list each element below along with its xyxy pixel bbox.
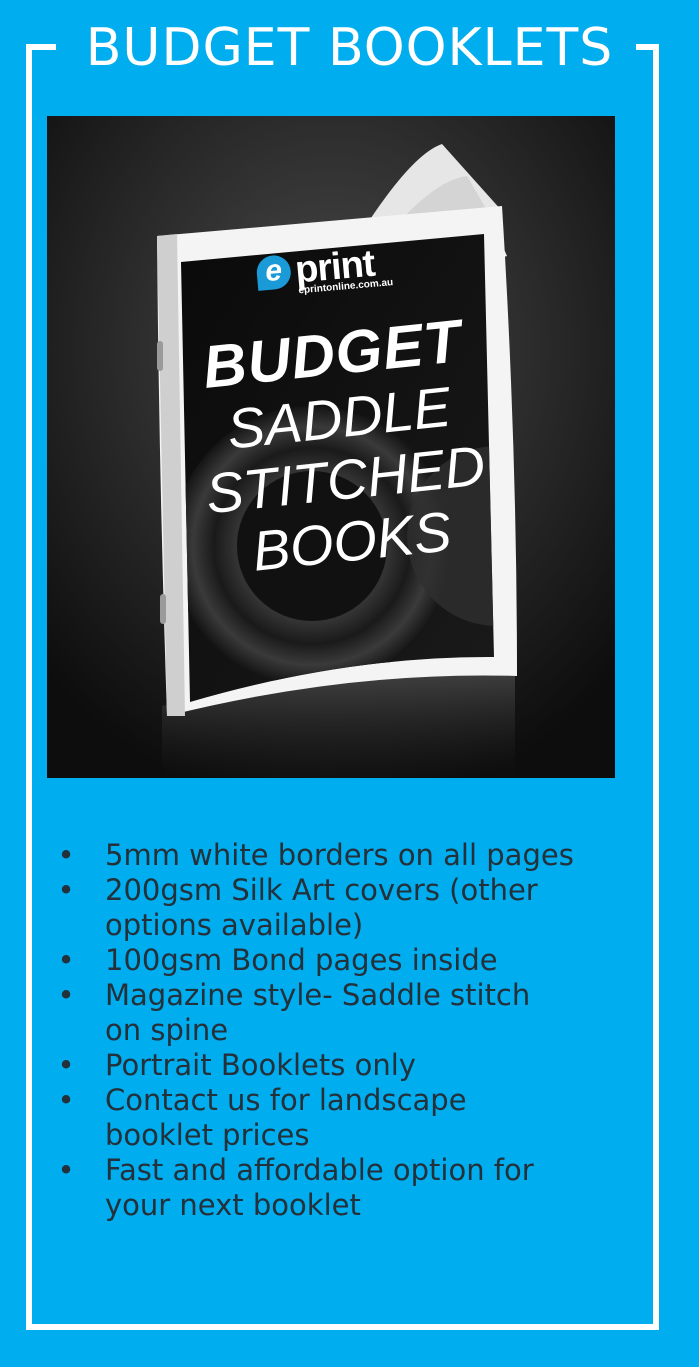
bullet: • (57, 943, 75, 977)
bullet: • (57, 1083, 75, 1117)
feature-item: • 100gsm Bond pages inside (56, 943, 616, 978)
panel-title: BUDGET BOOKLETS (0, 18, 699, 78)
feature-text: Portrait Booklets only (105, 1048, 416, 1082)
feature-item: • Magazine style- Saddle stitch on spine (56, 978, 616, 1048)
cover-title: BUDGET SADDLE STITCHED BOOKS (185, 307, 500, 588)
bullet: • (57, 1048, 75, 1082)
product-image: e print eprintonline.com.au BUDGET SADDL… (47, 116, 615, 778)
feature-item: • Contact us for landscape booklet prices (56, 1083, 616, 1153)
feature-item: • 5mm white borders on all pages (56, 838, 616, 873)
bullet: • (57, 838, 75, 872)
bullet: • (57, 978, 75, 1012)
feature-text: 5mm white borders on all pages (105, 838, 574, 872)
feature-text: 200gsm Silk Art covers (other options av… (105, 873, 538, 942)
feature-text: Magazine style- Saddle stitch on spine (105, 978, 531, 1047)
feature-list: • 5mm white borders on all pages • 200gsm … (56, 838, 616, 1223)
feature-text: Fast and affordable option for your next… (105, 1153, 534, 1222)
bullet: • (57, 873, 75, 907)
feature-item: • 200gsm Silk Art covers (other options a… (56, 873, 616, 943)
budget-booklets-panel: BUDGET BOOKLETS e print eprintonline.com… (0, 0, 699, 1367)
title-text: BUDGET BOOKLETS (75, 18, 624, 78)
bullet: • (57, 1153, 75, 1187)
feature-item: • Portrait Booklets only (56, 1048, 616, 1083)
feature-text: 100gsm Bond pages inside (105, 943, 498, 977)
logo-e-badge: e (255, 254, 293, 291)
feature-text: Contact us for landscape booklet prices (105, 1083, 467, 1152)
feature-item: • Fast and affordable option for your nex… (56, 1153, 616, 1223)
